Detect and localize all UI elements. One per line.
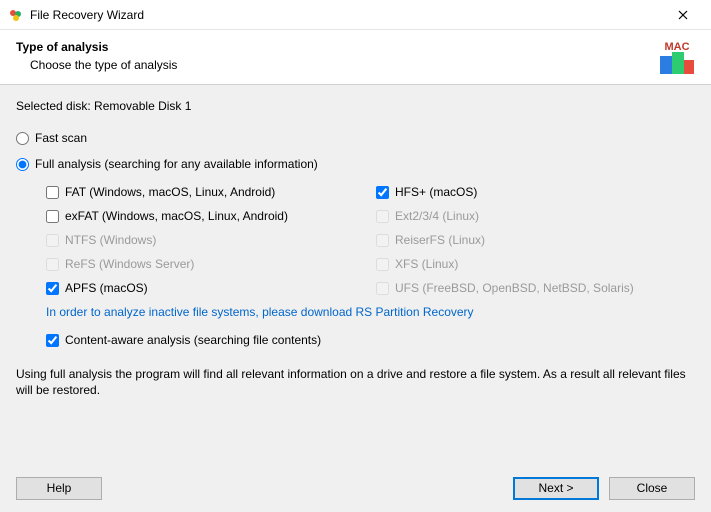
fs-xfs-label: XFS (Linux) [395, 257, 458, 271]
fs-refs-checkbox [46, 258, 59, 271]
fast-scan-radio[interactable]: Fast scan [16, 131, 695, 145]
fs-xfs: XFS (Linux) [376, 257, 695, 271]
fs-xfs-checkbox [376, 258, 389, 271]
fs-refs: ReFS (Windows Server) [46, 257, 366, 271]
filesystem-grid: FAT (Windows, macOS, Linux, Android) HFS… [16, 185, 695, 295]
fs-hfs-label: HFS+ (macOS) [395, 185, 477, 199]
wizard-header: Type of analysis Choose the type of anal… [0, 30, 711, 85]
header-title: Type of analysis [16, 40, 695, 54]
fs-hfs[interactable]: HFS+ (macOS) [376, 185, 695, 199]
content-aware-checkbox[interactable] [46, 334, 59, 347]
fs-ufs: UFS (FreeBSD, OpenBSD, NetBSD, Solaris) [376, 281, 695, 295]
fs-ntfs-label: NTFS (Windows) [65, 233, 156, 247]
fs-fat-label: FAT (Windows, macOS, Linux, Android) [65, 185, 275, 199]
content-aware-label: Content-aware analysis (searching file c… [65, 333, 321, 347]
close-button[interactable]: Close [609, 477, 695, 500]
fs-ufs-checkbox [376, 282, 389, 295]
full-analysis-radio[interactable]: Full analysis (searching for any availab… [16, 157, 695, 171]
fs-apfs-checkbox[interactable] [46, 282, 59, 295]
next-button[interactable]: Next > [513, 477, 599, 500]
full-analysis-label: Full analysis (searching for any availab… [35, 157, 318, 171]
fs-fat[interactable]: FAT (Windows, macOS, Linux, Android) [46, 185, 366, 199]
selected-disk-label: Selected disk: Removable Disk 1 [16, 99, 695, 113]
fs-apfs-label: APFS (macOS) [65, 281, 148, 295]
window-title: File Recovery Wizard [30, 8, 144, 22]
fs-hfs-checkbox[interactable] [376, 186, 389, 199]
fs-apfs[interactable]: APFS (macOS) [46, 281, 366, 295]
svg-text:MAC: MAC [664, 41, 689, 53]
fs-ntfs-checkbox [46, 234, 59, 247]
content-aware-checkbox-row[interactable]: Content-aware analysis (searching file c… [16, 333, 695, 347]
wizard-footer: Help Next > Close [0, 464, 711, 512]
fs-ext: Ext2/3/4 (Linux) [376, 209, 695, 223]
fs-reiser-label: ReiserFS (Linux) [395, 233, 485, 247]
close-icon[interactable] [663, 0, 703, 30]
product-logo: MAC [657, 38, 697, 78]
fs-ntfs: NTFS (Windows) [46, 233, 366, 247]
fast-scan-radio-input[interactable] [16, 132, 29, 145]
fs-reiser: ReiserFS (Linux) [376, 233, 695, 247]
header-subtitle: Choose the type of analysis [16, 58, 695, 72]
download-link[interactable]: In order to analyze inactive file system… [46, 305, 474, 319]
help-button[interactable]: Help [16, 477, 102, 500]
wizard-content: Selected disk: Removable Disk 1 Fast sca… [0, 85, 711, 465]
fast-scan-label: Fast scan [35, 131, 87, 145]
full-analysis-radio-input[interactable] [16, 158, 29, 171]
fs-ext-checkbox [376, 210, 389, 223]
fs-reiser-checkbox [376, 234, 389, 247]
fs-exfat-label: exFAT (Windows, macOS, Linux, Android) [65, 209, 288, 223]
titlebar: File Recovery Wizard [0, 0, 711, 30]
fs-exfat[interactable]: exFAT (Windows, macOS, Linux, Android) [46, 209, 366, 223]
fs-fat-checkbox[interactable] [46, 186, 59, 199]
app-icon [8, 7, 24, 23]
download-link-row: In order to analyze inactive file system… [16, 305, 695, 319]
fs-ufs-label: UFS (FreeBSD, OpenBSD, NetBSD, Solaris) [395, 281, 634, 295]
fs-exfat-checkbox[interactable] [46, 210, 59, 223]
fs-ext-label: Ext2/3/4 (Linux) [395, 209, 479, 223]
analysis-description: Using full analysis the program will fin… [16, 367, 695, 398]
fs-refs-label: ReFS (Windows Server) [65, 257, 194, 271]
